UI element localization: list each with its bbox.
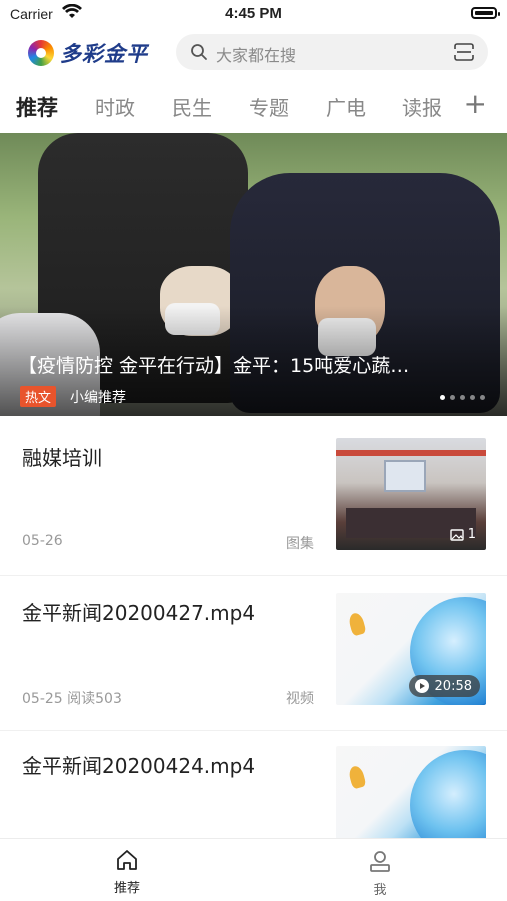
app-logo[interactable]: 多彩金平 — [28, 36, 148, 70]
gallery-count: 1 — [467, 527, 476, 542]
item-date: 05-26 — [22, 533, 63, 549]
search-placeholder: 大家都在搜 — [216, 46, 297, 65]
user-icon — [370, 851, 390, 872]
bottom-tab-bar: 推荐 我 — [0, 838, 507, 901]
divider — [0, 730, 507, 731]
logo-text: 多彩金平 — [60, 41, 148, 66]
divider — [0, 575, 507, 576]
battery-icon — [471, 7, 500, 19]
globe-graphic — [410, 750, 486, 840]
item-thumbnail[interactable]: 20:58 — [336, 593, 486, 705]
item-type: 图集 — [286, 536, 314, 552]
home-icon — [117, 850, 137, 870]
tab-livelihood[interactable]: 民生 — [172, 92, 212, 121]
list-item[interactable]: 金平新闻20200427.mp4 05-25 阅读503 视频 20:58 — [0, 585, 507, 715]
tab-recommend[interactable]: 推荐 — [16, 92, 58, 122]
thumb-detail — [336, 450, 486, 456]
item-title[interactable]: 融媒培训 — [22, 442, 102, 471]
add-channel-button[interactable]: + — [464, 90, 487, 118]
tab-bar-label: 我 — [373, 883, 387, 898]
video-duration: 20:58 — [434, 678, 472, 694]
banner-title[interactable]: 【疫情防控 金平在行动】金平：15吨爱心蔬… — [18, 351, 488, 378]
list-item[interactable]: 金平新闻20200424.mp4 — [0, 740, 507, 840]
jptv-logo-icon — [347, 764, 367, 790]
status-bar: Carrier 4:45 PM — [0, 0, 507, 28]
tab-politics[interactable]: 时政 — [95, 92, 135, 121]
scan-icon[interactable] — [454, 43, 474, 65]
play-icon — [414, 679, 429, 693]
tab-bar-label: 推荐 — [113, 881, 140, 896]
channel-tabs: 推荐 时政 民生 专题 广电 读报 + — [0, 80, 507, 132]
item-thumbnail[interactable] — [336, 746, 486, 840]
tab-special[interactable]: 专题 — [249, 92, 289, 121]
search-bar[interactable]: 大家都在搜 — [176, 34, 488, 70]
carousel-dot[interactable] — [460, 395, 465, 400]
banner-source: 小编推荐 — [70, 390, 126, 406]
carousel-dot[interactable] — [450, 395, 455, 400]
logo-mark-icon — [28, 40, 54, 66]
hot-badge: 热文 — [20, 386, 57, 407]
item-thumbnail[interactable]: 1 — [336, 438, 486, 550]
jptv-logo-icon — [347, 611, 367, 637]
gallery-count-badge: 1 — [450, 527, 476, 542]
gallery-icon — [450, 528, 464, 541]
item-title[interactable]: 金平新闻20200427.mp4 — [22, 597, 255, 626]
item-title[interactable]: 金平新闻20200424.mp4 — [22, 750, 255, 779]
tab-bar-me[interactable]: 我 — [340, 849, 420, 898]
tab-broadcast[interactable]: 广电 — [326, 92, 366, 121]
tab-newspaper[interactable]: 读报 — [402, 92, 442, 121]
top-header: 多彩金平 大家都在搜 — [0, 32, 507, 72]
tab-bar-recommend[interactable]: 推荐 — [87, 849, 167, 896]
carousel-dot[interactable] — [480, 395, 485, 400]
thumb-detail — [384, 460, 426, 492]
carousel-dots — [440, 395, 485, 400]
carousel-dot[interactable] — [440, 395, 445, 400]
item-type: 视频 — [286, 691, 314, 707]
banner-carousel[interactable]: 【疫情防控 金平在行动】金平：15吨爱心蔬… 热文 小编推荐 — [0, 133, 507, 416]
item-meta: 05-25 阅读503 — [22, 691, 122, 707]
search-icon — [190, 43, 208, 65]
video-duration-badge: 20:58 — [408, 675, 480, 697]
list-item[interactable]: 融媒培训 05-26 图集 1 — [0, 430, 507, 560]
carousel-dot[interactable] — [470, 395, 475, 400]
status-time: 4:45 PM — [225, 5, 282, 22]
